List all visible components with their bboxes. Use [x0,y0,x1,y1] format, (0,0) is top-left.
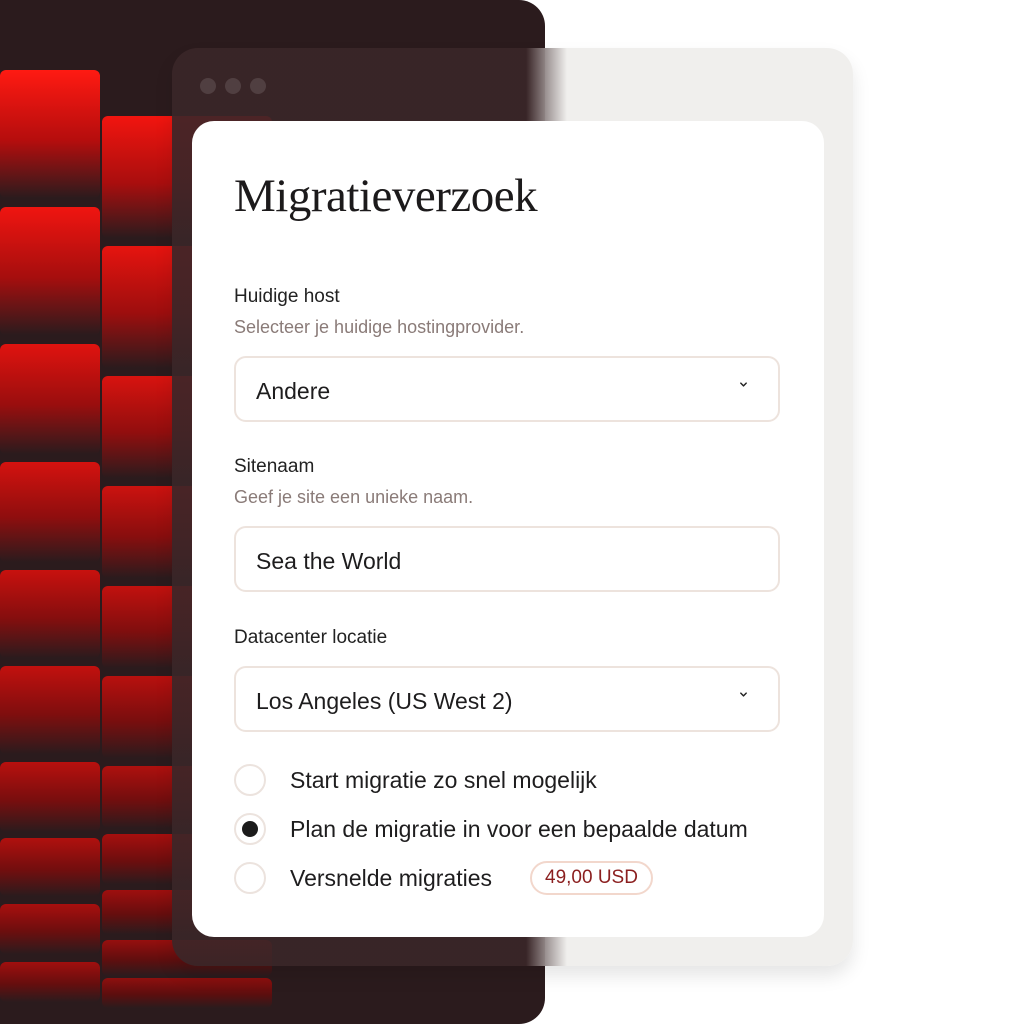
option-label: Versnelde migraties [290,865,492,891]
page-title: Migratieverzoek [234,170,538,222]
window-dot [250,78,266,94]
decor-bar [0,462,100,562]
host-select-value: Andere [256,378,331,404]
radio-button[interactable] [234,764,266,796]
decor-bar [0,70,100,198]
host-select[interactable]: Andere [234,356,780,422]
chevron-down-icon [740,382,747,387]
decor-bar [0,838,100,896]
decor-bar [102,978,272,1008]
host-label: Huidige host [234,286,340,307]
migration-form-card: Migratieverzoek Huidige host Selecteer j… [192,121,824,937]
option-asap[interactable]: Start migratie zo snel mogelijk [234,764,814,798]
option-expedited[interactable]: Versnelde migraties 49,00 USD [234,861,814,896]
host-hint: Selecteer je huidige hostingprovider. [234,317,525,337]
option-label: Start migratie zo snel mogelijk [290,767,597,793]
site-name-input[interactable]: Sea the World [234,526,780,592]
decor-bar [0,666,100,754]
datacenter-select[interactable]: Los Angeles (US West 2) [234,666,780,732]
site-label: Sitenaam [234,456,315,477]
datacenter-select-value: Los Angeles (US West 2) [256,688,513,714]
decor-bar [0,904,100,954]
site-hint: Geef je site een unieke naam. [234,487,474,507]
decor-bar [0,344,100,454]
option-label: Plan de migratie in voor een bepaalde da… [290,816,748,842]
datacenter-label: Datacenter locatie [234,627,388,648]
price-badge: 49,00 USD [530,861,653,895]
radio-button-selected[interactable] [234,813,266,845]
decor-bar [0,207,100,335]
decor-bar [0,570,100,658]
decor-bar [0,962,100,1002]
option-scheduled[interactable]: Plan de migratie in voor een bepaalde da… [234,813,814,847]
window-dot [225,78,241,94]
chevron-down-icon [740,692,747,697]
window-dot [200,78,216,94]
radio-button[interactable] [234,862,266,894]
site-name-value: Sea the World [256,548,402,574]
decor-bar [0,762,100,832]
